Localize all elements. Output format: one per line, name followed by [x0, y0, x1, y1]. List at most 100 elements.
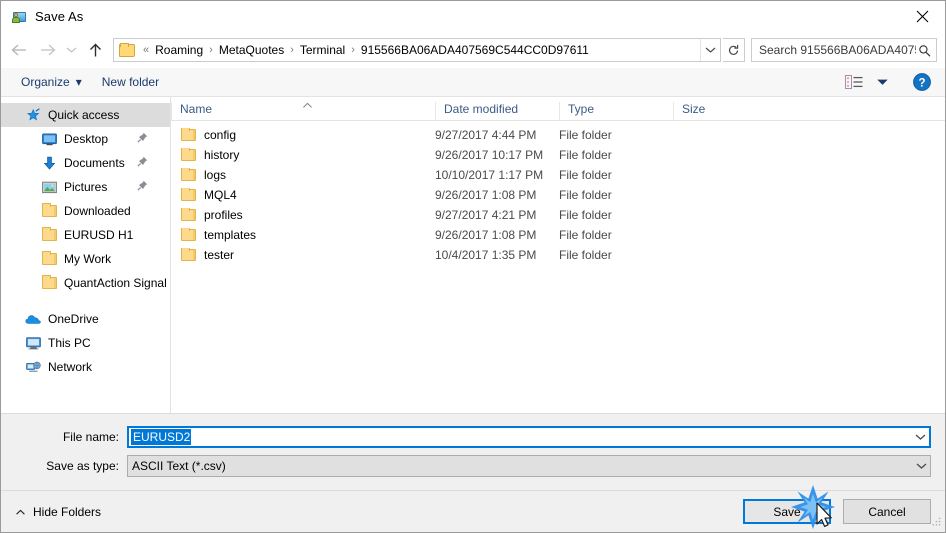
file-date-cell: 9/26/2017 1:08 PM: [435, 228, 537, 242]
breadcrumb-separator[interactable]: ›: [205, 39, 217, 61]
file-name: MQL4: [204, 188, 237, 202]
column-header-date-modified[interactable]: Date modified: [435, 102, 559, 120]
file-name-value[interactable]: EURUSD2: [131, 429, 192, 445]
dialog-body: Quick access Desktop Documents Pictures …: [1, 97, 945, 413]
file-name: logs: [204, 168, 227, 182]
folder-icon: [41, 275, 57, 291]
sidebar-item-quick-access[interactable]: Quick access: [1, 103, 170, 127]
sidebar-item-downloaded[interactable]: Downloaded: [1, 199, 170, 223]
file-date-cell: 9/26/2017 1:08 PM: [435, 188, 537, 202]
save-as-type-dropdown-button[interactable]: [913, 456, 930, 476]
breadcrumb-item-roaming[interactable]: Roaming: [153, 39, 205, 61]
file-type-cell: File folder: [559, 128, 612, 142]
chevron-down-icon: [66, 47, 76, 53]
sidebar-item-network[interactable]: Network: [1, 355, 170, 379]
sidebar-item-label: Quick access: [48, 108, 120, 122]
column-header-size[interactable]: Size: [673, 102, 753, 120]
organize-label: Organize: [21, 75, 70, 89]
sidebar-item-documents[interactable]: Documents: [1, 151, 170, 175]
save-as-type-label: Save as type:: [46, 459, 119, 473]
up-button[interactable]: [81, 36, 109, 64]
file-name: tester: [204, 248, 235, 262]
save-form: File name: EURUSD2 Save as type: ASCII T…: [1, 413, 945, 490]
column-header-row: Name Date modified Type Size: [171, 97, 945, 121]
folder-icon: [181, 188, 196, 201]
file-type-cell: File folder: [559, 188, 612, 202]
file-name-input[interactable]: EURUSD2: [127, 426, 931, 448]
sidebar-item-eurusd-h1[interactable]: EURUSD H1: [1, 223, 170, 247]
file-name-cell: config: [171, 128, 435, 142]
recent-locations-button[interactable]: [61, 36, 81, 64]
column-label: Date modified: [444, 102, 519, 116]
window-title: Save As: [35, 9, 84, 24]
table-row[interactable]: templates 9/26/2017 1:08 PM File folder: [171, 225, 945, 245]
file-rows: config 9/27/2017 4:44 PM File folder his…: [171, 121, 945, 413]
new-folder-label: New folder: [101, 75, 160, 89]
breadcrumb-prefix: «: [143, 44, 150, 56]
refresh-button[interactable]: [723, 38, 745, 62]
file-name-cell: templates: [171, 228, 435, 242]
save-as-type-select[interactable]: ASCII Text (*.csv): [127, 455, 931, 477]
address-bar[interactable]: « Roaming › MetaQuotes › Terminal › 9155…: [113, 38, 721, 62]
cancel-button[interactable]: Cancel: [843, 499, 931, 524]
breadcrumb-item-terminal[interactable]: Terminal: [298, 39, 347, 61]
table-row[interactable]: history 9/26/2017 10:17 PM File folder: [171, 145, 945, 165]
address-dropdown-button[interactable]: [700, 39, 720, 61]
view-options-icon[interactable]: [843, 73, 865, 91]
arrow-left-icon: [11, 44, 26, 56]
breadcrumb-separator[interactable]: ›: [347, 39, 359, 61]
table-row[interactable]: MQL4 9/26/2017 1:08 PM File folder: [171, 185, 945, 205]
table-row[interactable]: config 9/27/2017 4:44 PM File folder: [171, 125, 945, 145]
file-name-cell: MQL4: [171, 188, 435, 202]
save-button[interactable]: Save: [743, 499, 831, 524]
folder-icon: [181, 168, 196, 181]
hide-folders-button[interactable]: Hide Folders: [15, 505, 101, 519]
folder-icon: [41, 203, 57, 219]
table-row[interactable]: tester 10/4/2017 1:35 PM File folder: [171, 245, 945, 265]
pin-icon[interactable]: [137, 156, 148, 170]
organize-menu-button[interactable]: Organize ▾: [15, 73, 88, 91]
close-button[interactable]: [899, 1, 945, 32]
sort-ascending-icon: [301, 98, 314, 112]
arrow-up-icon: [89, 43, 101, 56]
sidebar-item-pictures[interactable]: Pictures: [1, 175, 170, 199]
file-type-cell: File folder: [559, 228, 612, 242]
breadcrumb-item-terminal-id[interactable]: 915566BA06ADA407569C544CC0D97611: [359, 39, 591, 61]
search-input[interactable]: Search 915566BA06ADA40756...: [759, 43, 916, 57]
file-date-cell: 9/27/2017 4:44 PM: [435, 128, 537, 142]
save-label: Save: [773, 504, 801, 519]
pin-icon[interactable]: [137, 180, 148, 194]
table-row[interactable]: profiles 9/27/2017 4:21 PM File folder: [171, 205, 945, 225]
sidebar-item-desktop[interactable]: Desktop: [1, 127, 170, 151]
pin-icon[interactable]: [137, 132, 148, 146]
column-label: Type: [568, 102, 595, 116]
column-header-type[interactable]: Type: [559, 102, 673, 120]
new-folder-button[interactable]: New folder: [96, 73, 165, 91]
forward-button[interactable]: [33, 36, 61, 64]
breadcrumb-item-metaquotes[interactable]: MetaQuotes: [217, 39, 286, 61]
file-date-cell: 9/27/2017 4:21 PM: [435, 208, 537, 222]
table-row[interactable]: logs 10/10/2017 1:17 PM File folder: [171, 165, 945, 185]
sidebar-item-my-work[interactable]: My Work: [1, 247, 170, 271]
file-name-dropdown-button[interactable]: [912, 428, 929, 446]
file-type-cell: File folder: [559, 248, 612, 262]
save-as-type-value: ASCII Text (*.csv): [132, 459, 226, 473]
help-button[interactable]: ?: [913, 73, 931, 91]
sidebar-item-this-pc[interactable]: This PC: [1, 331, 170, 355]
file-name-row: File name: EURUSD2: [15, 426, 931, 448]
network-icon: [25, 359, 41, 375]
file-name-cell: profiles: [171, 208, 435, 222]
search-box[interactable]: Search 915566BA06ADA40756...: [751, 38, 937, 62]
title-bar: Save As: [1, 1, 945, 32]
arrow-right-icon: [40, 44, 55, 56]
sidebar-item-quantaction-signal[interactable]: QuantAction Signal: [1, 271, 170, 295]
file-type-cell: File folder: [559, 148, 612, 162]
back-button[interactable]: [5, 36, 33, 64]
resize-grip[interactable]: [931, 516, 942, 530]
sidebar-item-onedrive[interactable]: OneDrive: [1, 307, 170, 331]
breadcrumb-separator[interactable]: ›: [286, 39, 298, 61]
view-dropdown-button[interactable]: [871, 73, 893, 91]
chevron-down-icon: [915, 434, 926, 440]
file-name: templates: [204, 228, 257, 242]
